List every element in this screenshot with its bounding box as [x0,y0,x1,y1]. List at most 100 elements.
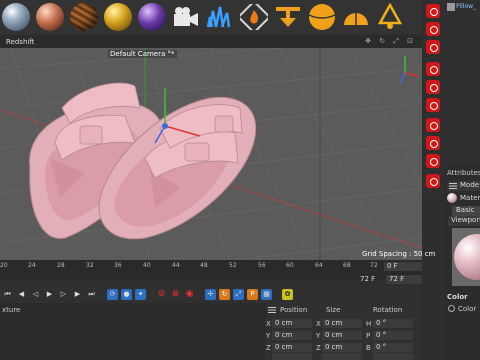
go-to-start-icon[interactable]: ⏮ [2,289,13,300]
keyframe-selection-icon[interactable]: ◉ [184,289,195,300]
rotation-axis-label: P [366,332,371,340]
position-z-field[interactable]: 0 cm [272,343,312,352]
redshift-tool-icon[interactable] [426,154,440,168]
material-preview [452,228,480,286]
timeline-tick: 32 [86,262,94,269]
object-manager [444,0,480,165]
timeline-tick: 56 [258,262,266,269]
attributes-mode-label[interactable]: Mode [460,181,479,189]
tab-viewport[interactable]: Viewport [448,216,480,226]
timeline-tick: 20 [0,262,8,269]
light-icon[interactable] [375,2,405,32]
redshift-tool-icon[interactable] [426,136,440,150]
redshift-tool-icon[interactable] [426,174,440,188]
end-frame-field[interactable]: 72 F [386,275,422,284]
viewport[interactable] [0,48,422,260]
position-header: Position [280,306,308,314]
menu-icon[interactable] [268,307,276,313]
rotation-h-field[interactable]: 0 ° [373,319,413,328]
apply-button[interactable] [373,353,413,360]
previous-key-icon[interactable]: ◀ [16,289,27,300]
transport-bar: ⏮ ◀ ◁ ▶ ▷ ▶ ⏭ ⟳ ● ✦ ⊘ ⊗ ◉ ✛ ↻ ⤢ P ▦ ✿ [0,285,422,303]
redshift-tool-icon[interactable] [426,80,440,94]
timeline-tick: 28 [57,262,65,269]
record-icon[interactable]: ⊘ [156,289,167,300]
sphere-icon[interactable] [1,2,31,32]
sphere-icon[interactable] [35,2,65,32]
position-axis-label: Z [266,344,271,352]
redshift-tool-column [422,0,444,200]
play-icon[interactable]: ▶ [44,289,55,300]
camera-label[interactable]: Default Camera °* [108,50,177,58]
grass-icon[interactable] [205,2,235,32]
next-key-icon[interactable]: ▶ [72,289,83,300]
attributes-title[interactable]: Attributes [447,169,480,177]
grid-spacing-label: Grid Spacing : 50 cm [362,250,436,258]
material-name: Materia [460,194,480,202]
redshift-tool-icon[interactable] [426,4,440,18]
autokey-record-icon[interactable]: ⊗ [170,289,181,300]
pla-key-icon[interactable]: ▦ [261,288,272,300]
size-x-field[interactable]: 0 cm [322,319,362,328]
position-axis-label: X [266,320,271,328]
position-y-field[interactable]: 0 cm [272,331,312,340]
current-frame-field[interactable]: 0 F [384,262,422,271]
position-axis-label: Y [266,332,271,340]
viewport-nav-controls[interactable]: ✥ ↻ ⤢ ⊡ [365,37,416,46]
coordinate-mode-dropdown[interactable] [272,353,312,360]
size-z-field[interactable]: 0 cm [322,343,362,352]
position-x-field[interactable]: 0 cm [272,319,312,328]
material-manager-label: xture [2,306,21,314]
rotation-b-field[interactable]: 0 ° [373,343,413,352]
size-mode-dropdown[interactable] [322,353,362,360]
object-name[interactable]: Pillow_ [456,3,480,10]
size-axis-label: Y [316,332,321,340]
viewport-header [0,36,422,48]
size-y-field[interactable]: 0 cm [322,331,362,340]
position-key-icon[interactable]: ✛ [205,288,216,300]
timeline-tick: 24 [28,262,36,269]
redshift-tool-icon[interactable] [426,40,440,54]
end-frame-label: 72 F [360,275,376,283]
color-row-label: Color [458,305,477,313]
previous-frame-icon[interactable]: ◁ [30,289,41,300]
dome-icon[interactable] [341,2,371,32]
record-mode-icon[interactable]: ● [121,288,132,300]
object-icon [447,3,455,11]
redshift-tool-icon[interactable] [426,118,440,132]
sphere-icon[interactable] [137,2,167,32]
scheme-icon[interactable]: ✿ [282,288,293,300]
rotation-axis-label: H [366,320,372,328]
redshift-tool-icon[interactable] [426,22,440,36]
size-axis-label: X [316,320,321,328]
timeline-tick: 48 [200,262,208,269]
go-to-end-icon[interactable]: ⏭ [86,289,97,300]
viewport-title[interactable]: Redshift [6,38,34,46]
timeline-tick: 68 [343,262,351,269]
material-swatch-icon [447,193,457,203]
sphere-icon[interactable] [69,2,99,32]
color-section-title: Color [447,293,468,301]
rotation-key-icon[interactable]: ↻ [219,288,230,300]
rotation-axis-label: B [366,344,371,352]
arrow-icon[interactable] [273,2,303,32]
timeline-tick: 40 [143,262,151,269]
color-radio[interactable] [448,305,455,312]
param-key-icon[interactable]: P [247,288,258,300]
redshift-tool-icon[interactable] [426,98,440,112]
size-axis-label: Z [316,344,321,352]
ball-icon[interactable] [307,2,337,32]
timeline-tick: 44 [172,262,180,269]
camera-icon[interactable] [171,2,201,32]
loop-icon[interactable]: ⟳ [107,288,118,300]
scale-key-icon[interactable]: ⤢ [233,288,244,300]
redshift-tool-icon[interactable] [426,62,440,76]
timeline-tick: 60 [286,262,294,269]
tab-basic[interactable]: Basic [452,206,480,216]
autokey-icon[interactable]: ✦ [135,288,146,300]
sphere-icon[interactable] [103,2,133,32]
timeline-tick: 72 [370,262,378,269]
next-frame-icon[interactable]: ▷ [58,289,69,300]
rotation-p-field[interactable]: 0 ° [373,331,413,340]
fire-icon[interactable] [239,2,269,32]
